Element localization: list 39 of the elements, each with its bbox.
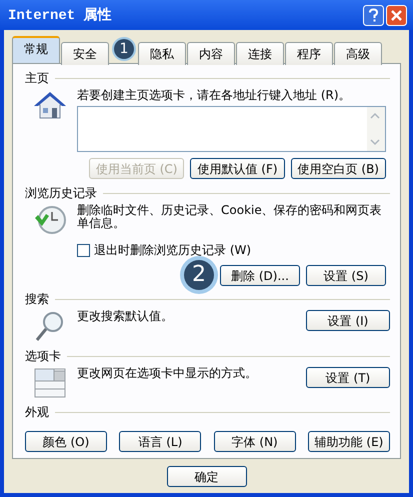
step-badge: 1 bbox=[114, 39, 134, 59]
tab[interactable]: 安全 bbox=[61, 42, 109, 65]
house-icon bbox=[33, 89, 67, 121]
tab[interactable]: 常规 bbox=[12, 36, 60, 63]
group-title: 选项卡 bbox=[25, 348, 61, 364]
help-icon[interactable] bbox=[363, 4, 384, 26]
window-title: Internet 属性 bbox=[8, 6, 112, 24]
step-badge: 2 bbox=[184, 260, 214, 290]
appearance-button[interactable]: 字体 (N) bbox=[214, 431, 296, 452]
clock-icon bbox=[33, 204, 67, 236]
delete-button[interactable]: 删除 (D)... bbox=[220, 264, 300, 286]
address-field[interactable] bbox=[77, 106, 386, 152]
checkbox-label: 退出时删除浏览历史记录 (W) bbox=[94, 242, 252, 258]
group-title: 搜索 bbox=[25, 291, 49, 308]
tab[interactable]: 程序 bbox=[285, 42, 333, 65]
section-description: 更改搜索默认值。 bbox=[77, 310, 173, 323]
tab[interactable]: 连接 bbox=[236, 42, 284, 65]
appearance-button[interactable]: 颜色 (O) bbox=[25, 431, 107, 452]
group-title: 浏览历史记录 bbox=[25, 184, 97, 202]
checkbox[interactable] bbox=[77, 244, 90, 256]
group-title: 外观 bbox=[25, 404, 49, 421]
action-button[interactable]: 使用空白页 (B) bbox=[290, 158, 386, 179]
scrollbar[interactable] bbox=[367, 107, 385, 151]
section-description: 删除临时文件、历史记录、Cookie、保存的密码和网页表单信息。 bbox=[77, 204, 383, 230]
section-description: 更改网页在选项卡中显示的方式。 bbox=[77, 366, 257, 380]
settings-button[interactable]: 设置 (T) bbox=[306, 366, 390, 388]
close-icon[interactable] bbox=[386, 4, 407, 26]
tab[interactable]: 高级 bbox=[334, 42, 382, 65]
action-button[interactable]: 使用默认值 (F) bbox=[190, 158, 285, 179]
appearance-button[interactable]: 辅助功能 (E) bbox=[308, 431, 390, 452]
settings-button[interactable]: 设置 (I) bbox=[306, 310, 390, 331]
appearance-button[interactable]: 语言 (L) bbox=[119, 431, 202, 452]
section-description: 若要创建主页选项卡，请在各地址行键入地址 (R)。 bbox=[77, 89, 351, 102]
tab[interactable]: 隐私 bbox=[138, 42, 186, 65]
tabs-icon bbox=[33, 366, 67, 398]
ok-button[interactable]: 确定 bbox=[166, 466, 246, 486]
tab[interactable]: 内容 bbox=[187, 42, 235, 65]
action-button[interactable]: 设置 (S) bbox=[306, 264, 386, 286]
group-title: 主页 bbox=[25, 70, 49, 87]
